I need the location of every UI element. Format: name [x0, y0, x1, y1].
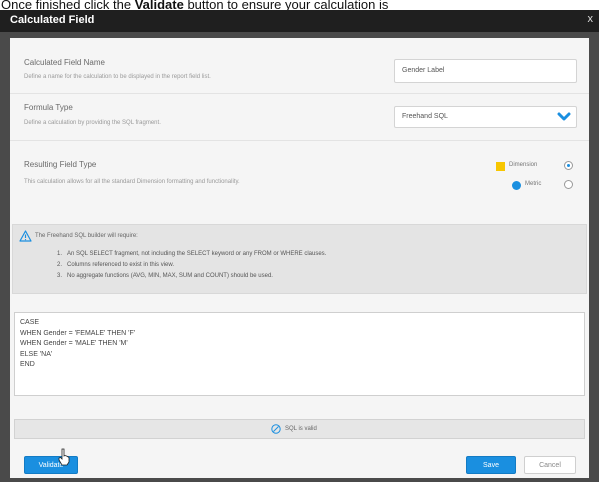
caption-after: button to ensure your calculation is — [183, 0, 389, 10]
hand-cursor-icon — [58, 448, 70, 466]
warning-icon — [19, 230, 32, 242]
radio-metric[interactable]: Metric — [512, 179, 576, 191]
field-name-input[interactable]: Gender Label — [394, 59, 577, 83]
field-name-label: Calculated Field Name — [24, 58, 105, 67]
metric-swatch — [512, 181, 521, 190]
code-line: WHEN Gender = 'FEMALE' THEN 'F' — [20, 329, 136, 337]
formula-type-description: Define a calculation by providing the SQ… — [24, 120, 161, 126]
formula-type-selected: Freehand SQL — [402, 113, 448, 120]
list-item: 2. Columns referenced to exist in this vi… — [57, 262, 175, 268]
formula-type-label: Formula Type — [24, 103, 73, 112]
instruction-caption: Once finished click the Validate button … — [0, 0, 599, 10]
close-icon[interactable]: x — [588, 13, 594, 25]
cancel-button[interactable]: Cancel — [524, 456, 576, 474]
divider — [10, 93, 589, 94]
list-item: 3. No aggregate functions (AVG, MIN, MAX,… — [57, 273, 273, 279]
list-item: 1. An SQL SELECT fragment, not including … — [57, 251, 327, 257]
radio-metric-button[interactable] — [564, 180, 573, 189]
divider — [10, 140, 589, 141]
caption-before: Once finished click the — [1, 0, 135, 10]
calculated-field-dialog: Calculated Field x Calculated Field Name… — [0, 10, 599, 482]
dialog-title: Calculated Field — [10, 14, 95, 26]
radio-dimension-label: Dimension — [509, 162, 538, 168]
sql-requirements-box: The Freehand SQL builder will require: 1… — [12, 224, 587, 294]
radio-dimension-button[interactable] — [564, 161, 573, 170]
radio-metric-label: Metric — [525, 181, 542, 187]
code-line: END — [20, 361, 35, 368]
sql-editor[interactable]: CASE WHEN Gender = 'FEMALE' THEN 'F' WHE… — [14, 312, 585, 396]
dimension-swatch — [496, 162, 505, 171]
code-line: ELSE 'NA' — [20, 350, 53, 358]
code-line: CASE — [20, 319, 40, 326]
requirements-list: 1. An SQL SELECT fragment, not including … — [57, 249, 326, 282]
resulting-type-label: Resulting Field Type — [24, 160, 97, 169]
chevron-down-icon — [557, 112, 571, 121]
check-circle-icon — [271, 424, 281, 434]
requirements-heading: The Freehand SQL builder will require: — [35, 233, 138, 239]
code-line: WHEN Gender = 'MALE' THEN 'M' — [20, 340, 128, 347]
formula-type-select[interactable]: Freehand SQL — [394, 106, 577, 128]
dialog-titlebar: Calculated Field x — [0, 10, 599, 32]
resulting-type-description: This calculation allows for all the stan… — [24, 179, 240, 185]
caption-emphasis: Validate — [134, 0, 184, 10]
save-button[interactable]: Save — [466, 456, 516, 474]
validation-status-text: SQL is valid — [285, 426, 317, 432]
validation-status-bar: SQL is valid — [14, 419, 585, 439]
radio-dimension[interactable]: Dimension — [496, 160, 576, 172]
field-name-description: Define a name for the calculation to be … — [24, 74, 211, 80]
dialog-body: Calculated Field Name Define a name for … — [10, 38, 589, 478]
